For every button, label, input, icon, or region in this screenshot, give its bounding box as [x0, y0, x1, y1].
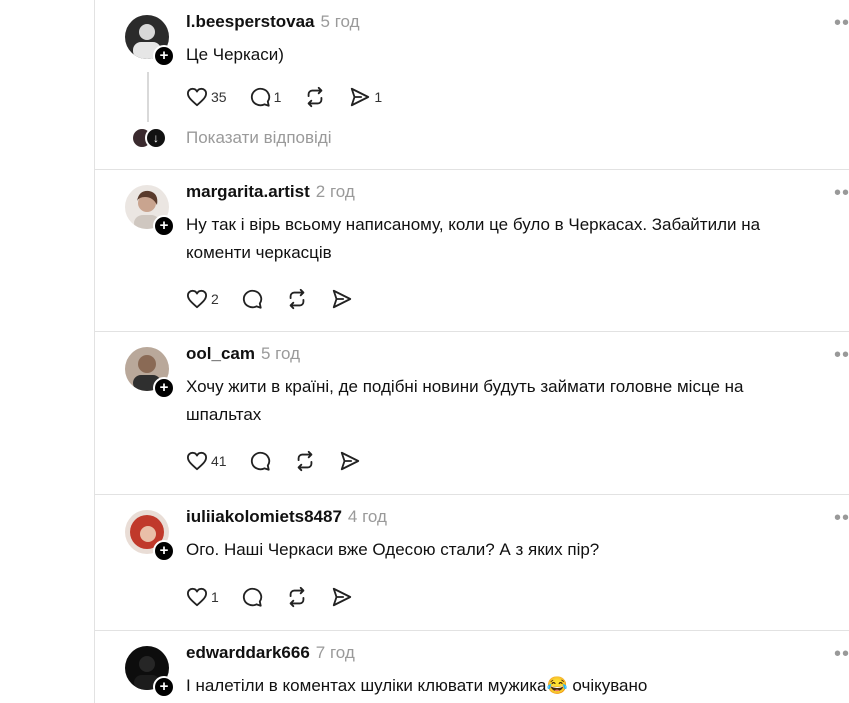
comment-post: + l.beesperstovaa 5 год ••• Це Черкаси) 3…	[95, 0, 849, 170]
speech-bubble-icon	[242, 289, 262, 309]
repost-arrows-icon	[308, 86, 323, 108]
reply-avatar: ↓	[145, 127, 167, 149]
repost-arrows-icon	[297, 450, 312, 472]
speech-bubble-icon	[242, 587, 262, 607]
repost-arrows-icon	[289, 586, 305, 608]
follow-plus-icon[interactable]: +	[153, 540, 175, 562]
post-header: margarita.artist 2 год	[186, 182, 355, 202]
post-header: edwarddark666 7 год	[186, 643, 355, 663]
comment-text: Хочу жити в країні, де подібні новини бу…	[186, 377, 744, 424]
post-header: ool_cam 5 год	[186, 344, 300, 364]
action-bar: 2	[186, 287, 375, 311]
more-dots-icon[interactable]: •••	[834, 643, 849, 666]
like-count: 35	[211, 89, 227, 105]
heart-icon	[187, 587, 207, 607]
username[interactable]: edwarddark666	[186, 643, 310, 662]
follow-plus-icon[interactable]: +	[153, 676, 175, 698]
repost-button[interactable]	[285, 586, 309, 608]
comment-button[interactable]	[241, 586, 263, 608]
timestamp: 4 год	[347, 507, 387, 526]
username[interactable]: iuliiakolomiets8487	[186, 507, 342, 526]
like-count: 1	[211, 589, 219, 605]
comment-text: Ну так і вірь всьому написаному, коли це…	[186, 215, 761, 262]
username[interactable]: ool_cam	[186, 344, 255, 363]
share-count: 1	[374, 89, 383, 105]
like-count: 41	[211, 453, 227, 469]
timestamp: 5 год	[260, 344, 300, 363]
like-button[interactable]: 1	[186, 587, 219, 607]
post-header: l.beesperstovaa 5 год	[186, 12, 360, 32]
speech-bubble-icon	[250, 451, 270, 471]
show-replies-link[interactable]: Показати відповіді	[186, 128, 332, 148]
comment-post: + ool_cam 5 год ••• Хочу жити в країні, д…	[95, 332, 849, 495]
comment-post: + margarita.artist 2 год ••• Ну так і вір…	[95, 170, 849, 332]
timestamp: 5 год	[320, 12, 360, 31]
heart-icon	[187, 87, 207, 107]
like-button[interactable]: 2	[186, 289, 219, 309]
comment-post: + iuliiakolomiets8487 4 год ••• Ого. Наші…	[95, 495, 849, 631]
comment-button[interactable]: 1	[249, 86, 282, 108]
more-dots-icon[interactable]: •••	[834, 344, 849, 367]
like-button[interactable]: 35	[186, 87, 227, 107]
follow-plus-icon[interactable]: +	[153, 377, 175, 399]
post-header: iuliiakolomiets8487 4 год	[186, 507, 387, 527]
repost-button[interactable]	[293, 450, 317, 472]
share-button[interactable]: 1	[349, 86, 382, 108]
comment-post: + edwarddark666 7 год ••• І налетіли в ко…	[95, 631, 849, 703]
paper-plane-icon	[332, 587, 351, 607]
action-bar: 1	[186, 585, 375, 609]
more-dots-icon[interactable]: •••	[834, 182, 849, 205]
follow-plus-icon[interactable]: +	[153, 215, 175, 237]
action-bar: 41	[186, 449, 383, 473]
heart-icon	[187, 289, 207, 309]
comment-button[interactable]	[241, 288, 263, 310]
speech-bubble-icon	[250, 87, 270, 107]
paper-plane-icon	[351, 87, 370, 107]
reply-avatars[interactable]: ↓	[131, 126, 167, 150]
repost-button[interactable]	[285, 288, 309, 310]
share-button[interactable]	[331, 288, 353, 310]
paper-plane-icon	[340, 451, 359, 471]
heart-icon	[187, 451, 207, 471]
share-button[interactable]	[339, 450, 361, 472]
like-count: 2	[211, 291, 219, 307]
timestamp: 7 год	[315, 643, 355, 662]
repost-button[interactable]	[303, 86, 327, 108]
more-dots-icon[interactable]: •••	[834, 507, 849, 530]
timestamp: 2 год	[315, 182, 355, 201]
comment-text: Ого. Наші Черкаси вже Одесою стали? А з …	[186, 540, 600, 559]
comment-button[interactable]	[249, 450, 271, 472]
comments-feed: + l.beesperstovaa 5 год ••• Це Черкаси) 3…	[94, 0, 849, 703]
comment-count: 1	[273, 89, 282, 105]
thread-line	[147, 72, 149, 122]
username[interactable]: l.beesperstovaa	[186, 12, 315, 31]
action-bar: 35 1 1	[186, 85, 404, 109]
comment-text: І налетіли в коментах шуліки клювати муж…	[186, 676, 648, 695]
paper-plane-icon	[332, 289, 351, 309]
more-dots-icon[interactable]: •••	[834, 12, 849, 35]
username[interactable]: margarita.artist	[186, 182, 310, 201]
follow-plus-icon[interactable]: +	[153, 45, 175, 67]
like-button[interactable]: 41	[186, 451, 227, 471]
share-button[interactable]	[331, 586, 353, 608]
comment-text: Це Черкаси)	[186, 45, 284, 64]
repost-arrows-icon	[289, 288, 305, 310]
